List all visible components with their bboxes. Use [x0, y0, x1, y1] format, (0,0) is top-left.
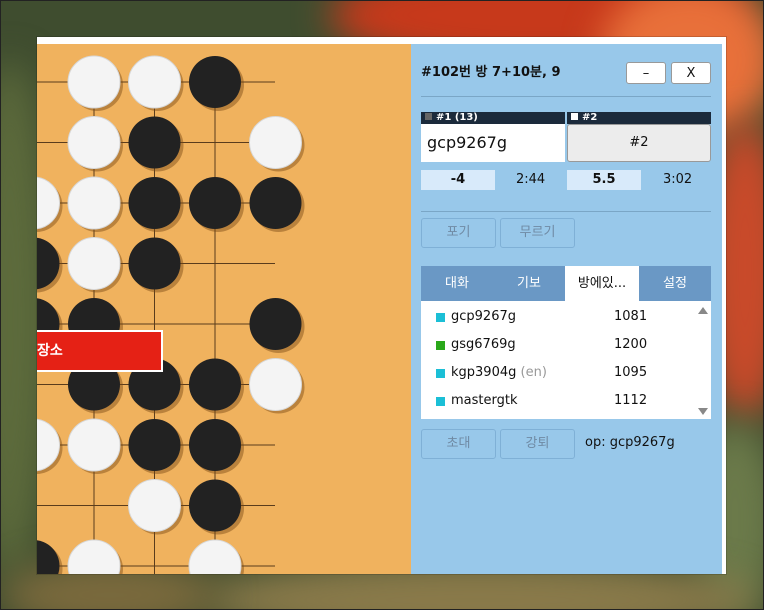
black-stone	[189, 419, 244, 474]
board-grid[interactable]	[37, 44, 411, 574]
go-board[interactable]: 장소	[37, 44, 411, 574]
user-name: kgp3904g	[451, 365, 517, 380]
black-stone	[189, 56, 244, 111]
user-rating: 1112	[614, 393, 648, 408]
resign-button[interactable]: 포기	[421, 218, 496, 248]
black-stone	[37, 237, 63, 293]
black-stone	[37, 540, 63, 574]
player2-seat-button[interactable]: #2	[567, 124, 711, 162]
game-window: 장소 #102번 방 7+10분, 9 – X #1 (13) #2 gcp92…	[37, 37, 726, 574]
divider	[421, 96, 711, 97]
player2-score: 5.5	[567, 170, 641, 190]
user-rating: 1200	[614, 337, 648, 352]
tab-bar: 대화 기보 방에있... 설정	[421, 266, 711, 301]
scroll-down-arrow-icon[interactable]	[698, 408, 708, 415]
white-square-icon	[571, 113, 578, 120]
alert-banner-text: 장소	[37, 343, 63, 359]
kick-button[interactable]: 강퇴	[500, 429, 575, 459]
minimize-button[interactable]: –	[626, 62, 666, 84]
white-stone	[67, 237, 123, 293]
close-button[interactable]: X	[671, 62, 711, 84]
user-name: mastergtk	[451, 393, 518, 408]
black-stone	[249, 298, 305, 353]
white-stone	[67, 116, 123, 172]
player2-clock: 3:02	[663, 172, 693, 187]
list-item[interactable]: kgp3904g (en) 1095	[421, 359, 697, 387]
black-stone	[189, 358, 244, 414]
white-stone	[67, 418, 123, 474]
black-stone	[189, 479, 244, 535]
undo-button[interactable]: 무르기	[500, 218, 575, 248]
player1-header: #1 (13)	[421, 112, 565, 124]
side-panel: #102번 방 7+10분, 9 – X #1 (13) #2 gcp9267g…	[411, 44, 722, 574]
divider	[421, 211, 711, 212]
status-dot	[436, 313, 445, 322]
list-item[interactable]: mastergtk 1112	[421, 387, 697, 415]
tab-record[interactable]: 기보	[493, 266, 565, 301]
tab-settings[interactable]: 설정	[639, 266, 711, 301]
white-stone	[67, 539, 123, 574]
player2-header: #2	[567, 112, 711, 124]
status-dot	[436, 341, 445, 350]
white-stone	[249, 358, 305, 414]
status-dot	[436, 369, 445, 378]
alert-banner[interactable]: 장소	[37, 330, 163, 372]
room-title: #102번 방 7+10분, 9	[421, 65, 561, 80]
white-stone	[249, 116, 305, 172]
white-stone	[37, 176, 63, 232]
user-rating: 1081	[614, 309, 648, 324]
black-stone	[249, 177, 305, 232]
white-stone	[67, 176, 123, 232]
white-stone	[37, 418, 63, 474]
player1-score: -4	[421, 170, 495, 190]
black-stone	[189, 177, 244, 232]
tab-users[interactable]: 방에있...	[565, 266, 639, 301]
user-list[interactable]: gcp9267g 1081 gsg6769g 1200 kgp3904g (en…	[421, 301, 711, 419]
white-stone	[188, 539, 244, 574]
invite-button[interactable]: 초대	[421, 429, 496, 459]
status-dot	[436, 397, 445, 406]
user-rating: 1095	[614, 365, 648, 380]
operator-label: op: gcp9267g	[585, 435, 675, 450]
scroll-up-arrow-icon[interactable]	[698, 307, 708, 314]
white-stone	[128, 479, 184, 535]
black-square-icon	[425, 113, 432, 120]
white-stone	[128, 55, 184, 111]
user-name: gsg6769g	[451, 337, 516, 352]
black-stone	[128, 237, 184, 293]
user-name: gcp9267g	[451, 309, 516, 324]
white-stone	[67, 55, 123, 111]
tab-chat[interactable]: 대화	[421, 266, 493, 301]
player1-clock: 2:44	[516, 172, 546, 187]
list-item[interactable]: gcp9267g 1081	[421, 303, 697, 331]
black-stone	[128, 419, 184, 474]
player1-name[interactable]: gcp9267g	[421, 124, 565, 162]
black-stone	[128, 177, 184, 232]
black-stone	[128, 116, 184, 172]
list-item[interactable]: gsg6769g 1200	[421, 331, 697, 359]
user-language: (en)	[520, 365, 547, 380]
